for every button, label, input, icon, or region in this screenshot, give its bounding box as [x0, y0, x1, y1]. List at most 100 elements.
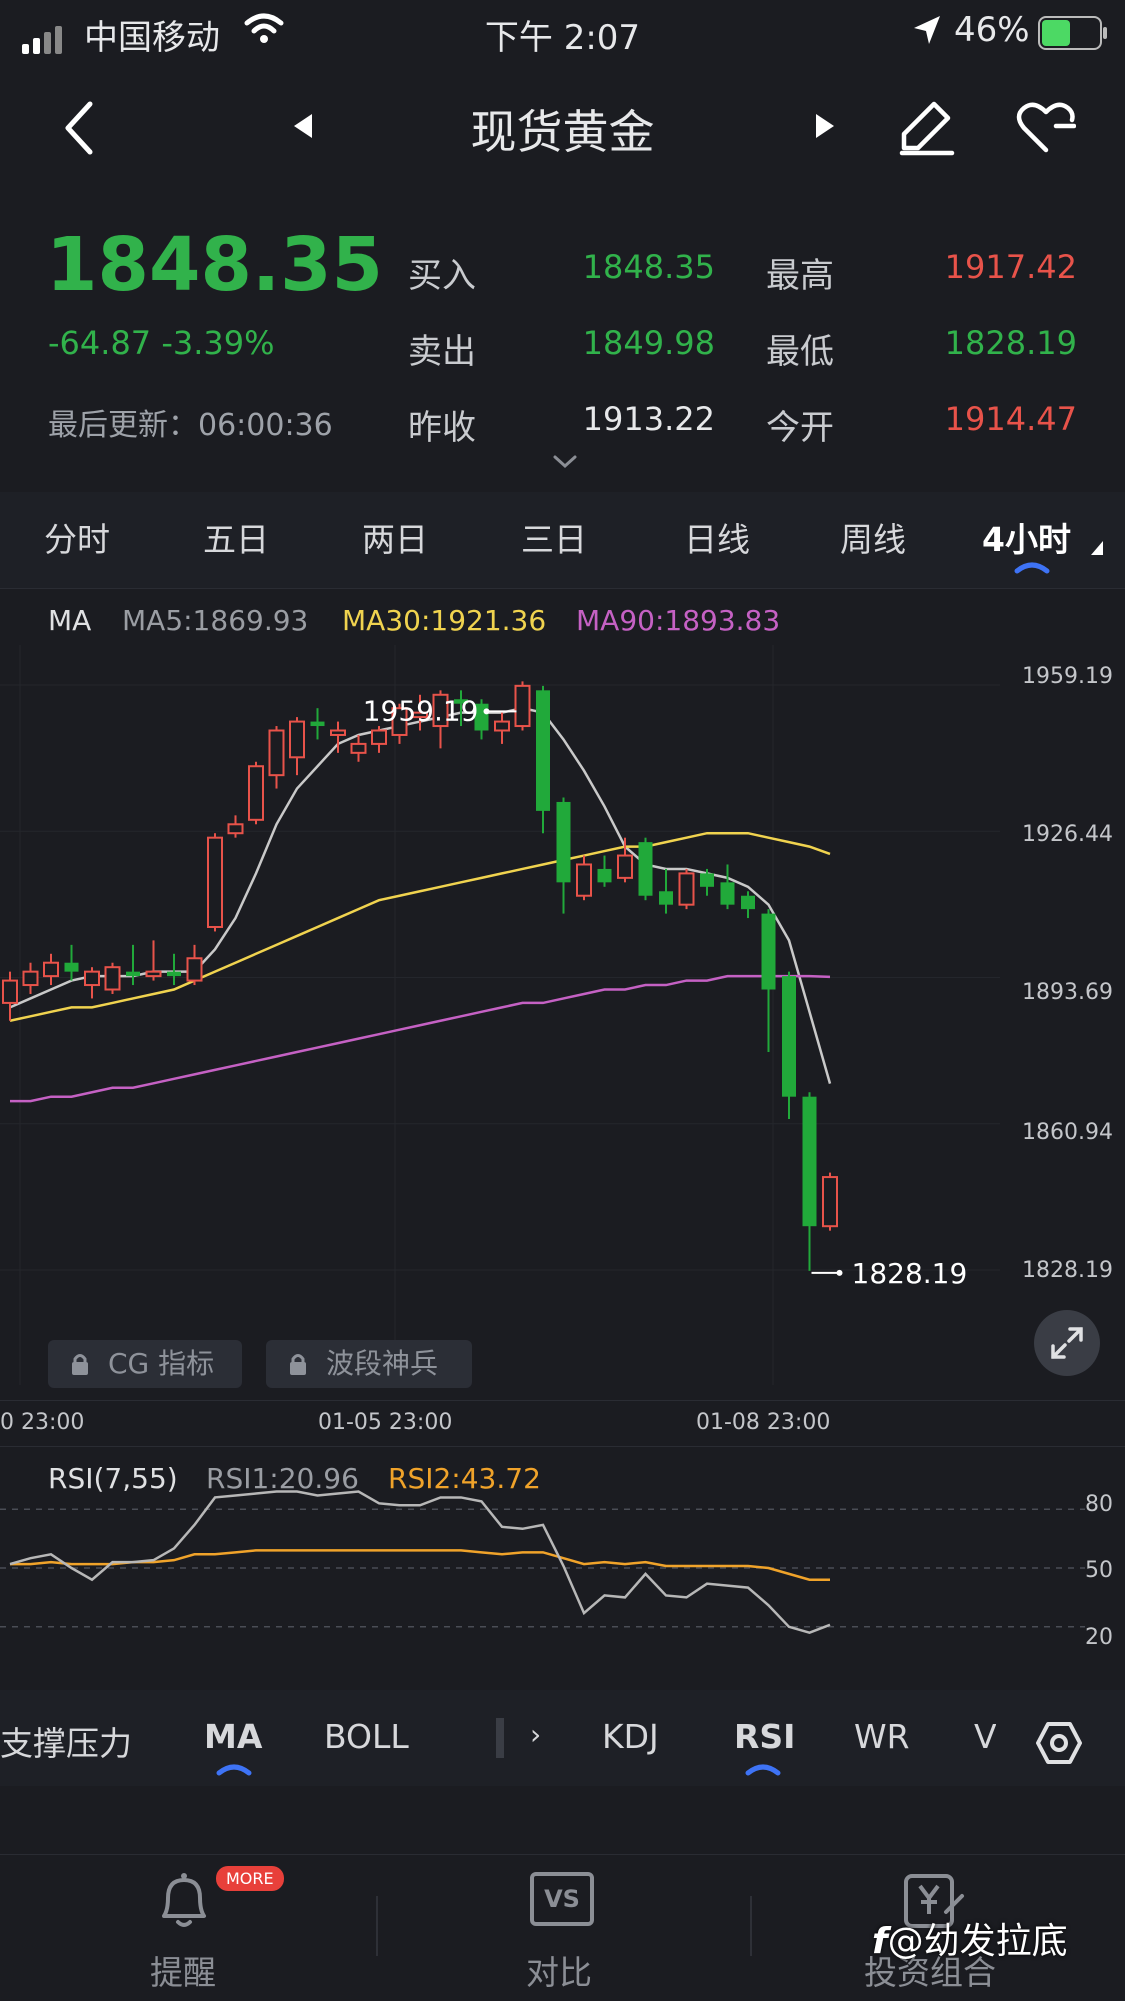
bottom-nav-divider — [0, 1854, 1125, 1855]
location-arrow-icon — [914, 16, 940, 44]
rsi1-line — [9, 1490, 831, 1634]
lock-icon — [290, 1354, 306, 1375]
tab-v[interactable]: V — [974, 1717, 996, 1756]
tab-support-resistance[interactable]: 支撑压力 — [0, 1717, 132, 1765]
open-label: 今开 — [766, 408, 834, 448]
watermark: f@幼发拉底 — [872, 1912, 1068, 1964]
x-tick-label: 01-08 23:00 — [696, 1410, 831, 1435]
tab-three-day[interactable]: 三日 — [521, 513, 587, 561]
tab-rsi[interactable]: RSI — [734, 1717, 795, 1756]
nav-compare[interactable]: VS 对比 — [486, 1866, 636, 1996]
candle-body — [617, 854, 633, 879]
nav-compare-label: 对比 — [526, 1953, 592, 1992]
scroll-divider — [496, 1718, 504, 1758]
candle-body — [761, 913, 776, 990]
rsi2-line — [10, 1549, 830, 1582]
nav-separator — [750, 1896, 752, 1956]
x-tick-label: 0 23:00 — [0, 1410, 85, 1435]
low-annotation: 1828.19 — [852, 1257, 968, 1290]
candle-body — [802, 1096, 817, 1227]
settings-icon[interactable] — [1036, 1720, 1082, 1766]
fullscreen-button[interactable] — [1034, 1310, 1100, 1376]
status-bar: 中国移动 下午 2:07 46% — [0, 0, 1125, 62]
high-value: 1917.42 — [944, 248, 1077, 286]
ma-legend-title: MA — [48, 604, 92, 637]
watermark-text: @幼发拉底 — [887, 1921, 1068, 1962]
candle-body — [167, 971, 181, 977]
partial-tab-glyph[interactable]: › — [530, 1718, 541, 1751]
high-marker-dot — [483, 708, 490, 715]
tab-weekly[interactable]: 周线 — [840, 513, 906, 561]
candle-body — [597, 868, 612, 883]
cg-indicator-button[interactable]: CG 指标 — [48, 1340, 242, 1388]
candle-body — [186, 957, 203, 982]
low-marker-dot — [836, 1269, 843, 1276]
y-tick-label: 1893.69 — [1022, 980, 1113, 1005]
x-tick-label: 01-05 23:00 — [318, 1410, 453, 1435]
rsi-level-label: 50 — [1085, 1558, 1113, 1583]
next-item-icon[interactable] — [814, 112, 836, 140]
candlestick-chart[interactable]: 1959.19 1828.19 — [0, 645, 1125, 1385]
candle-body — [126, 971, 140, 977]
lock-icon — [72, 1354, 88, 1375]
y-tick-label: 1860.94 — [1022, 1120, 1113, 1145]
candle-body — [104, 966, 121, 991]
candle-body — [248, 765, 264, 821]
buy-value: 1848.35 — [582, 248, 715, 286]
candle-body — [536, 690, 550, 811]
high-annotation: 1959.19 — [363, 694, 479, 727]
tab-intraday[interactable]: 分时 — [44, 513, 110, 561]
candle-body — [43, 961, 59, 978]
expand-icon — [1051, 1327, 1083, 1359]
favorite-add-icon[interactable] — [1016, 100, 1076, 154]
tab-wr[interactable]: WR — [854, 1717, 910, 1756]
compare-icon: VS — [530, 1872, 594, 1926]
candle-body — [227, 823, 244, 835]
y-tick-label: 1828.19 — [1022, 1258, 1113, 1283]
cg-indicator-label: CG 指标 — [108, 1347, 215, 1380]
candle-body — [371, 729, 387, 745]
tab-kdj[interactable]: KDJ — [602, 1717, 659, 1756]
candle-body — [659, 891, 673, 905]
candle-body — [741, 895, 755, 910]
nav-separator — [376, 1896, 378, 1956]
current-price: 1848.35 — [46, 222, 384, 308]
candle-body — [514, 684, 531, 728]
wave-indicator-button[interactable]: 波段神兵 — [266, 1340, 472, 1388]
low-value: 1828.19 — [944, 324, 1077, 362]
rsi-title: RSI(7,55) — [48, 1462, 178, 1495]
expand-details-chevron-icon[interactable] — [552, 454, 578, 470]
nav-alert-label: 提醒 — [150, 1953, 216, 1992]
prev-close-label: 昨收 — [408, 408, 476, 448]
tab-two-day[interactable]: 两日 — [362, 513, 428, 561]
y-tick-label: 1959.19 — [1022, 664, 1113, 689]
candle-body — [207, 836, 223, 928]
wave-indicator-label: 波段神兵 — [326, 1347, 439, 1380]
watermark-logo-icon: f — [872, 1921, 888, 1962]
tab-boll[interactable]: BOLL — [324, 1717, 409, 1756]
open-value: 1914.47 — [944, 400, 1077, 438]
edit-icon[interactable] — [898, 98, 956, 156]
active-tab-indicator — [745, 1764, 781, 1776]
battery-icon — [1038, 16, 1107, 50]
rsi1-legend: RSI1:20.96 — [206, 1462, 359, 1495]
candle-body — [720, 882, 735, 905]
more-badge: MORE — [216, 1866, 284, 1891]
ma90-line — [10, 974, 831, 1103]
candle-body — [310, 721, 325, 727]
nav-alert[interactable]: MORE 提醒 — [110, 1866, 284, 1996]
ma5-line — [9, 706, 832, 1084]
tab-ma[interactable]: MA — [204, 1717, 262, 1756]
last-update-time: 最后更新：06:00:36 — [48, 408, 333, 443]
candle-body — [268, 729, 285, 777]
candle-body — [2, 979, 18, 1004]
tab-five-day[interactable]: 五日 — [203, 513, 269, 561]
tab-four-hour[interactable]: 4小时 — [982, 513, 1071, 561]
active-tab-indicator — [1014, 562, 1050, 574]
buy-label: 买入 — [408, 256, 476, 296]
tab-daily[interactable]: 日线 — [684, 513, 750, 561]
rsi-level-label: 20 — [1085, 1625, 1113, 1650]
dropdown-triangle-icon[interactable] — [1090, 540, 1104, 556]
page-title: 现货黄金 — [470, 105, 655, 159]
sell-value: 1849.98 — [582, 324, 715, 362]
